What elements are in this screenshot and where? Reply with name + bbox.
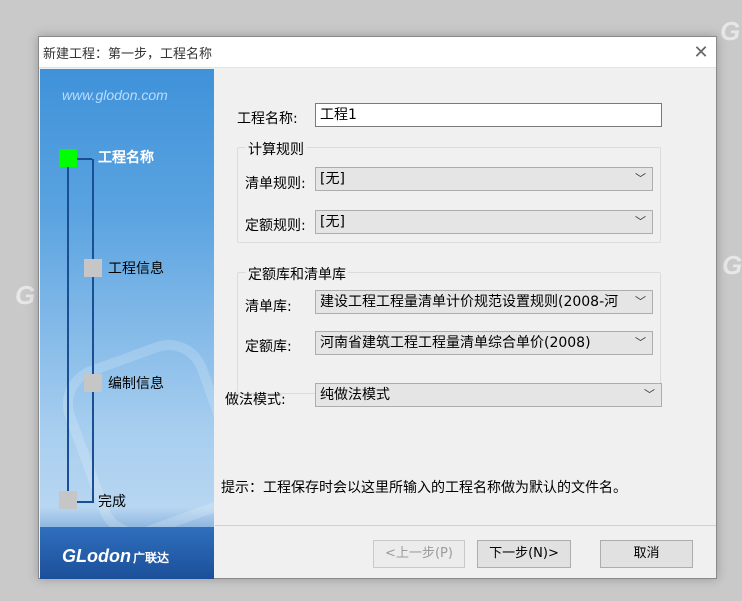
- bill-lib-select[interactable]: 建设工程工程量清单计价规范设置规则(2008-河 ﹀: [315, 290, 653, 314]
- sidebar-decoration: [51, 328, 214, 550]
- chevron-down-icon: ﹀: [644, 388, 655, 401]
- watermark-logo: G: [720, 16, 741, 46]
- chevron-down-icon: ﹀: [635, 172, 646, 185]
- glodon-logo: GLodon 广联达: [62, 546, 169, 566]
- method-select[interactable]: 纯做法模式 ﹀: [315, 383, 662, 407]
- watermark-logo: G: [15, 280, 36, 310]
- step-indicator: [59, 491, 77, 509]
- wizard-footer: <上一步(P) 下一步(N)> 取消: [215, 525, 716, 579]
- quota-rule-select[interactable]: [无] ﹀: [315, 210, 653, 234]
- watermark-logo: G: [722, 250, 742, 280]
- method-label: 做法模式:: [225, 392, 286, 408]
- project-name-input[interactable]: 工程1: [315, 103, 662, 127]
- chevron-down-icon: ﹀: [635, 336, 646, 349]
- new-project-dialog: 新建工程：第一步，工程名称 ✕ www.glodon.com 工程名称 工程信息…: [38, 36, 717, 579]
- library-group-title: 定额库和清单库: [246, 264, 348, 284]
- step-connector-line: [67, 163, 69, 499]
- prev-button[interactable]: <上一步(P): [373, 540, 465, 568]
- title-bar: 新建工程：第一步，工程名称 ✕: [39, 37, 716, 68]
- sidebar-step-project-name: 工程名称: [98, 150, 154, 166]
- step-connector-line: [92, 159, 94, 501]
- sidebar-step-compile-info: 编制信息: [108, 376, 164, 392]
- bill-rule-label: 清单规则:: [245, 176, 306, 192]
- sidebar-site-url: www.glodon.com: [62, 87, 168, 103]
- dialog-title: 新建工程：第一步，工程名称: [43, 46, 213, 62]
- step-connector-line: [74, 501, 94, 503]
- bill-rule-select[interactable]: [无] ﹀: [315, 167, 653, 191]
- bill-lib-label: 清单库:: [245, 299, 292, 315]
- wizard-content: 工程名称: 工程1 计算规则 清单规则: [无] ﹀ 定额规则: [无] ﹀ 定额库…: [215, 69, 716, 525]
- next-button[interactable]: 下一步(N)>: [477, 540, 571, 568]
- quota-rule-label: 定额规则:: [245, 218, 306, 234]
- calc-rules-group-title: 计算规则: [246, 139, 306, 159]
- close-icon[interactable]: ✕: [686, 42, 716, 63]
- chevron-down-icon: ﹀: [635, 215, 646, 228]
- sidebar-step-project-info: 工程信息: [108, 261, 164, 277]
- step-indicator: [84, 259, 102, 277]
- step-indicator-current: [59, 149, 77, 167]
- chevron-down-icon: ﹀: [635, 295, 646, 308]
- quota-lib-select[interactable]: 河南省建筑工程工程量清单综合单价(2008) ﹀: [315, 331, 653, 355]
- step-indicator: [84, 374, 102, 392]
- sidebar-step-finish: 完成: [98, 494, 126, 510]
- hint-text: 提示：工程保存时会以这里所输入的工程名称做为默认的文件名。: [221, 480, 627, 496]
- project-name-label: 工程名称:: [237, 111, 298, 127]
- cancel-button[interactable]: 取消: [600, 540, 693, 568]
- wizard-sidebar: www.glodon.com 工程名称 工程信息 编制信息 完成 GLodon 广…: [40, 69, 214, 579]
- quota-lib-label: 定额库:: [245, 339, 292, 355]
